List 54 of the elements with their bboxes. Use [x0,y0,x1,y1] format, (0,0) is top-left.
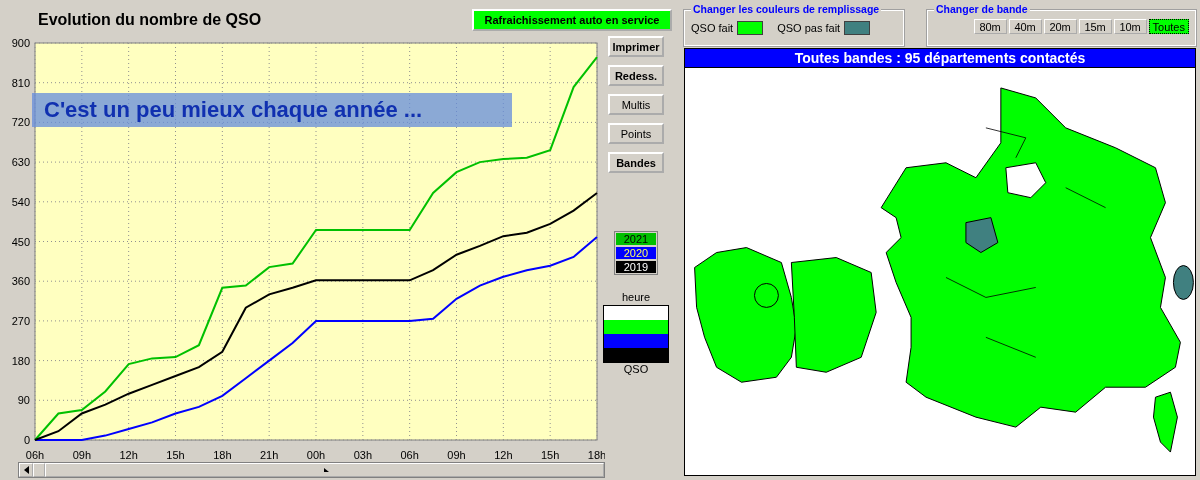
x-tick-label: 06h [400,449,419,461]
color-label: QSO fait [691,22,734,34]
y-tick-label: 360 [11,275,30,288]
y-tick-label: 810 [11,76,30,89]
group-title: Changer de bande [934,3,1030,15]
toolbar-button[interactable]: Redess. [608,65,664,86]
band-button[interactable]: 80m [973,19,1007,34]
legend-item: 2021 [615,232,657,246]
band-button[interactable]: Toutes [1148,19,1189,34]
group-title: Changer les couleurs de remplissage [691,3,882,15]
y-tick-label: 180 [11,354,30,367]
color-swatch[interactable] [844,21,871,35]
annotation-banner: C'est un peu mieux chaque année ... [32,93,512,127]
x-tick-label: 12h [494,449,513,461]
y-tick-label: 270 [11,314,30,327]
band-button[interactable]: 20m [1043,19,1077,34]
y-tick-label: 540 [11,195,30,208]
auto-refresh-button[interactable]: Rafraichissement auto en service [472,9,672,31]
legend-item: 2019 [615,260,657,274]
x-tick-label: 06h [25,449,45,461]
x-tick-label: 09h [72,449,91,461]
x-tick-label: 03h [353,449,372,461]
scroll-thumb[interactable] [33,463,45,477]
x-tick-label: 15h [166,449,185,461]
x-tick-label: 12h [119,449,138,461]
toolbar-button[interactable]: Multis [608,94,664,115]
y-tick-label: 900 [11,37,30,49]
toolbar-button[interactable]: Bandes [608,152,664,173]
x-tick-label: 09h [447,449,466,461]
scale-bottom-label: QSO [623,363,649,375]
y-tick-label: 630 [11,156,30,169]
scroll-left-icon[interactable] [19,463,33,477]
y-tick-label: 450 [11,235,30,248]
band-button[interactable]: 15m [1078,19,1112,34]
toolbar-button[interactable]: Imprimer [608,36,664,57]
y-tick-label: 0 [23,434,30,446]
x-tick-label: 21h [260,449,279,461]
band-button[interactable]: 10m [1113,19,1147,34]
color-label: QSO pas fait [777,22,841,34]
map-header: Toutes bandes : 95 départements contactés [684,48,1196,68]
y-tick-label: 720 [11,116,30,129]
legend-item: 2020 [615,246,657,260]
toolbar-button[interactable]: Points [608,123,664,144]
color-scale [603,305,669,363]
y-tick-label: 90 [17,394,30,407]
scale-top-label: heure [621,291,651,303]
x-tick-label: 18h [213,449,232,461]
x-tick-label: 18h [587,449,605,461]
color-swatch[interactable] [737,21,764,35]
band-button[interactable]: 40m [1008,19,1042,34]
chart-title: Evolution du nombre de QSO [38,11,262,29]
horizontal-scrollbar[interactable] [18,462,605,478]
x-tick-label: 15h [541,449,560,461]
x-tick-label: 00h [306,449,326,461]
